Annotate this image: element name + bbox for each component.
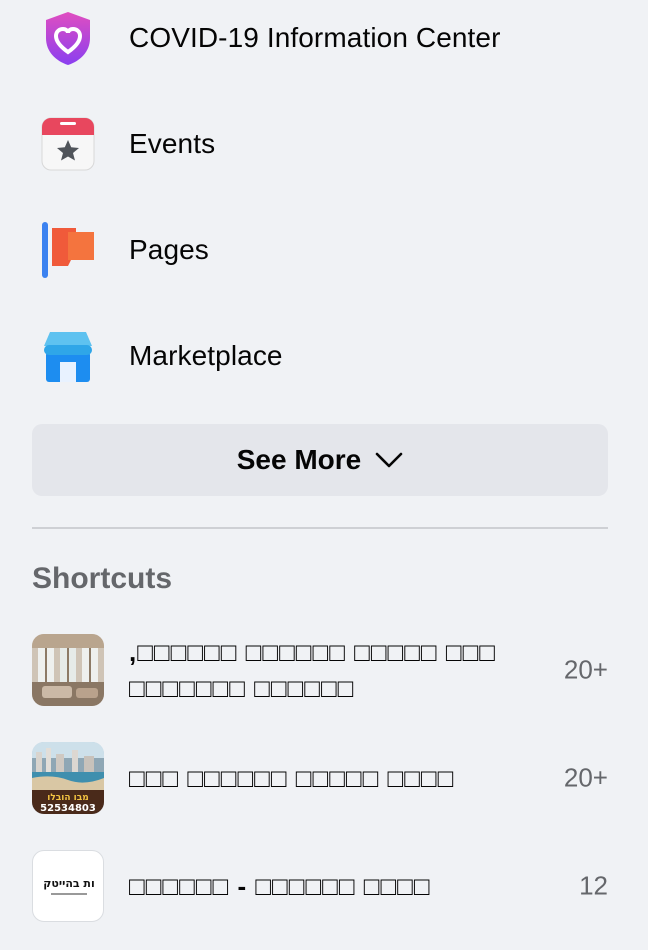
chevron-down-icon <box>375 452 403 468</box>
menu-item-label: Events <box>129 128 216 159</box>
thumb-text: 52534803 <box>40 803 96 814</box>
shortcut-thumbnail <box>32 634 104 706</box>
see-more-label: See More <box>236 444 362 475</box>
thumb-text: ות בהייטק <box>43 877 94 890</box>
shortcut-item[interactable]: מבו הובלו 52534803 □□□ □□□□□□ □□□□□ □□□□… <box>0 725 648 831</box>
shortcut-count: 20+ <box>563 654 608 685</box>
shortcuts-title: Shortcuts <box>32 562 173 595</box>
menu-item-covid-info[interactable]: COVID-19 Information Center <box>0 0 648 91</box>
menu-item-events[interactable]: Events <box>0 91 648 197</box>
flag-icon <box>38 220 98 280</box>
menu-item-label: Pages <box>129 234 209 265</box>
shortcut-count: 20+ <box>563 762 608 793</box>
shortcut-item[interactable]: ,□□□□□□ □□□□□□ □□□□□ □□□ □□□□□□□ □□□□□□ … <box>0 617 648 723</box>
shortcut-name: □□□ □□□□□□ □□□□□ □□□□ <box>129 763 455 793</box>
menu-item-label: COVID-19 Information Center <box>129 22 501 53</box>
covid-heart-shield-icon <box>38 8 98 68</box>
menu-item-pages[interactable]: Pages <box>0 197 648 303</box>
divider <box>32 527 608 529</box>
shortcut-count: 12 <box>579 870 608 901</box>
storefront-icon <box>38 326 98 386</box>
menu-item-label: Marketplace <box>129 340 283 371</box>
shortcut-thumbnail: מבו הובלו 52534803 <box>32 742 104 814</box>
shortcut-name: ,□□□□□□ □□□□□□ □□□□□ □□□ □□□□□□□ □□□□□□ <box>129 637 496 703</box>
shortcut-thumbnail: ות בהייטק <box>32 850 104 922</box>
see-more-button[interactable]: See More <box>32 424 608 496</box>
calendar-star-icon <box>38 114 98 174</box>
shortcut-item[interactable]: ות בהייטק □□□□□□ - □□□□□□ □□□□ 12 <box>0 833 648 939</box>
shortcut-name: □□□□□□ - □□□□□□ □□□□ <box>129 871 431 901</box>
thumb-text: מבו הובלו <box>47 793 89 803</box>
menu-item-marketplace[interactable]: Marketplace <box>0 303 648 409</box>
